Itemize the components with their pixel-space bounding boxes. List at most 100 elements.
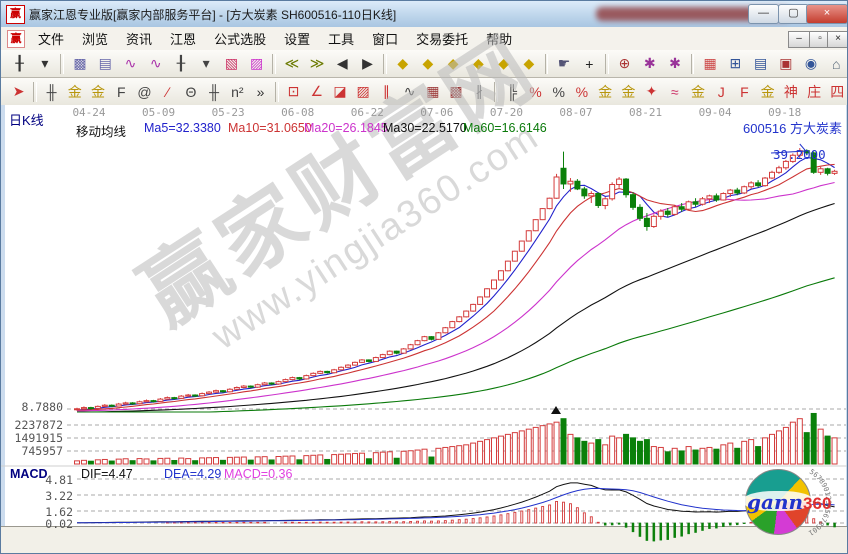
menu-item-设置[interactable]: 设置 <box>275 29 319 48</box>
toolbar-icon-grid-b[interactable]: ╫ <box>204 80 225 103</box>
date-tick: 06-22 <box>351 106 384 119</box>
toolbar-icon-gold-ring[interactable]: 金 <box>595 80 616 103</box>
toolbar-separator <box>272 54 276 74</box>
toolbar-icon-f10-report[interactable]: ▤ <box>94 52 117 75</box>
toolbar-icon-j-angle[interactable]: J <box>711 80 732 103</box>
ma-legend-item: Ma60=16.6146 <box>463 121 547 135</box>
date-tick: 05-09 <box>142 106 175 119</box>
toolbar-separator <box>691 54 695 74</box>
toolbar-icon-candle-tool[interactable]: ╂ <box>169 52 192 75</box>
toolbar-icon-color-wave[interactable]: ▨ <box>245 52 268 75</box>
title-bar[interactable]: 赢 赢家江恩专业版[赢家内部服务平台] - [方大炭素 SH600516-110… <box>1 1 848 28</box>
toolbar-row-1: ╂▾▩▤∿∿╂▾▧▨≪≫◀▶◆◆◆◆◆◆☛+⊕✱✱▦⊞▤▣◉⌂ <box>1 50 848 78</box>
toolbar-icon-kline-period[interactable]: ╂ <box>8 52 31 75</box>
toolbar-icon-grid-dense-2[interactable]: ▩ <box>445 80 466 103</box>
menu-item-资讯[interactable]: 资讯 <box>117 29 161 48</box>
toolbar-icon-gold-line[interactable]: 金 <box>618 80 639 103</box>
toolbar-icon-more-tools[interactable]: » <box>250 80 271 103</box>
toolbar-icon-hatch-lines[interactable]: ∦ <box>469 80 490 103</box>
toolbar-icon-pen-ruler[interactable]: ∕ <box>157 80 178 103</box>
toolbar-icon-price-levels[interactable]: ╠ <box>502 80 523 103</box>
toolbar-icon-diamond-star[interactable]: ◆ <box>492 52 515 75</box>
toolbar-icon-kline-period-dropdown[interactable]: ▾ <box>33 52 56 75</box>
toolbar-icon-first-page[interactable]: ≪ <box>280 52 303 75</box>
toolbar-icon-trend-angle[interactable]: ∥ <box>376 80 397 103</box>
toolbar-icon-zhuang-angle[interactable]: 庄 <box>803 80 824 103</box>
toolbar-icon-n-square[interactable]: n² <box>227 80 248 103</box>
toolbar-icon-diamond-right[interactable]: ◆ <box>416 52 439 75</box>
menu-item-浏览[interactable]: 浏览 <box>73 29 117 48</box>
toolbar-icon-prev[interactable]: ◀ <box>331 52 354 75</box>
date-tick: 05-23 <box>212 106 245 119</box>
toolbar-icon-wave-3[interactable]: ∿ <box>119 52 142 75</box>
toolbar-icon-percent-retrace[interactable]: % <box>525 80 546 103</box>
toolbar-icon-hand-drag[interactable]: ☛ <box>552 52 575 75</box>
date-tick: 09-04 <box>699 106 732 119</box>
price-base-tick: 8.7880 <box>3 400 63 414</box>
toolbar-icon-diamond-left[interactable]: ◆ <box>391 52 414 75</box>
minimize-button[interactable]: — <box>748 4 779 24</box>
toolbar-icon-draw-pen[interactable]: ➤ <box>8 80 29 103</box>
toolbar-icon-grid-tool[interactable]: ╫ <box>41 80 62 103</box>
toolbar-icon-diamond-expand[interactable]: ◆ <box>442 52 465 75</box>
toolbar-icon-si-angle[interactable]: 四 <box>827 80 848 103</box>
toolbar-icon-candle-dropdown[interactable]: ▾ <box>195 52 218 75</box>
toolbar-separator <box>545 54 549 74</box>
date-tick: 08-07 <box>559 106 592 119</box>
toolbar-icon-gold-angle-b[interactable]: 金 <box>757 80 778 103</box>
toolbar-icon-shen-angle[interactable]: 神 <box>780 80 801 103</box>
toolbar-separator <box>383 54 387 74</box>
toolbar-icon-wave-9[interactable]: ∿ <box>144 52 167 75</box>
toolbar-icon-last-page[interactable]: ≫ <box>305 52 328 75</box>
toolbar-icon-clock-tool[interactable]: ◉ <box>799 52 822 75</box>
toolbar-icon-zigzag[interactable]: ∿ <box>399 80 420 103</box>
toolbar-icon-zoom-path[interactable]: ⊕ <box>613 52 636 75</box>
toolbar-icon-cycle-tool[interactable]: ✱ <box>638 52 661 75</box>
toolbar-icon-diamond-move[interactable]: ◆ <box>517 52 540 75</box>
menu-item-江恩[interactable]: 江恩 <box>161 29 205 48</box>
maximize-button[interactable]: ▢ <box>778 4 809 24</box>
toolbar-icon-overlay-chart[interactable]: ▩ <box>68 52 91 75</box>
toolbar-icon-percent-tool[interactable]: % <box>548 80 569 103</box>
toolbar-icon-crosshair[interactable]: + <box>578 52 601 75</box>
toolbar-icon-calculator[interactable]: ⊞ <box>724 52 747 75</box>
toolbar-icon-fan-square[interactable]: ◪ <box>329 80 350 103</box>
toolbar-icon-notes[interactable]: ▤ <box>749 52 772 75</box>
toolbar-icon-f-angle[interactable]: F <box>734 80 755 103</box>
close-button[interactable]: × <box>806 4 848 24</box>
toolbar-icon-gold-grid[interactable]: 金 <box>64 80 85 103</box>
toolbar-icon-percent-line[interactable]: % <box>571 80 592 103</box>
toolbar-icon-fan-grid[interactable]: ▨ <box>353 80 374 103</box>
toolbar-icon-wave-band[interactable]: ≈ <box>664 80 685 103</box>
gann360-logo: 567890123456789012345 gann360 <box>743 467 843 539</box>
toolbar-separator <box>33 82 37 102</box>
menu-item-公式选股[interactable]: 公式选股 <box>205 29 275 48</box>
toolbar-icon-spiral-tool[interactable]: @ <box>134 80 155 103</box>
menu-item-交易委托[interactable]: 交易委托 <box>407 29 477 48</box>
toolbar-icon-gann-box[interactable]: ⊡ <box>283 80 304 103</box>
toolbar-icon-f-grid[interactable]: F <box>111 80 132 103</box>
menu-item-文件[interactable]: 文件 <box>29 29 73 48</box>
mdi-close-button[interactable]: × <box>827 31 848 48</box>
toolbar-icon-calendar-21[interactable]: ▦ <box>698 52 721 75</box>
menu-item-工具[interactable]: 工具 <box>319 29 363 48</box>
menu-item-窗口[interactable]: 窗口 <box>363 29 407 48</box>
toolbar-icon-gold-grid-2[interactable]: 金 <box>87 80 108 103</box>
ma-legend-item: Ma20=26.1845 <box>304 121 388 135</box>
mdi-minimize-button[interactable]: – <box>788 31 810 48</box>
stock-label: 600516 方大炭素 <box>743 118 842 137</box>
toolbar-icon-gann-fan[interactable]: ∠ <box>306 80 327 103</box>
app-icon: 赢 <box>6 5 25 24</box>
toolbar-icon-save[interactable]: ▣ <box>774 52 797 75</box>
toolbar-icon-remote-pc[interactable]: ⌂ <box>825 52 848 75</box>
toolbar-icon-marker-tool[interactable]: ✦ <box>641 80 662 103</box>
toolbar-icon-next[interactable]: ▶ <box>356 52 379 75</box>
toolbar-icon-diamond-shrink[interactable]: ◆ <box>467 52 490 75</box>
toolbar-icon-grid-dense[interactable]: ▦ <box>422 80 443 103</box>
menu-item-帮助[interactable]: 帮助 <box>477 29 521 48</box>
toolbar-icon-gold-angle-a[interactable]: 金 <box>687 80 708 103</box>
toolbar-icon-gann-flag[interactable]: ▧ <box>220 52 243 75</box>
ma-legend-item: Ma30=22.5170 <box>383 121 467 135</box>
toolbar-icon-time-cycle[interactable]: Θ <box>180 80 201 103</box>
toolbar-icon-gann-brain[interactable]: ✱ <box>663 52 686 75</box>
